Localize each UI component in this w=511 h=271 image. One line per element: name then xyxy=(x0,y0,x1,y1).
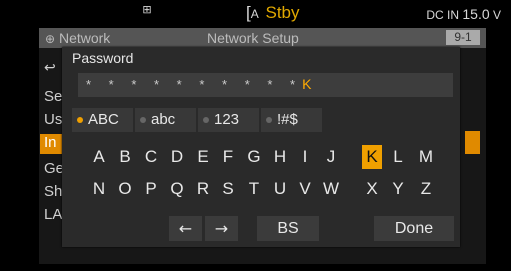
key-O[interactable]: O xyxy=(115,177,135,201)
back-icon[interactable]: ↩ xyxy=(44,60,64,80)
password-masked: * * * * * * * * * * xyxy=(86,77,303,92)
page-indicator: 9-1 xyxy=(446,30,480,45)
key-B[interactable]: B xyxy=(115,145,135,169)
globe-icon: ⊕ xyxy=(45,32,56,46)
power-unit: V xyxy=(492,8,501,22)
key-D[interactable]: D xyxy=(167,145,187,169)
menu-item[interactable]: Ge xyxy=(44,160,64,180)
menu-selection-marker xyxy=(465,131,480,154)
power-indicator: DC IN 15.0 V xyxy=(426,6,501,22)
key-row-1: A B C D E F G H I J K L M xyxy=(62,145,460,169)
status-bar: ⊞ [A Stby DC IN 15.0 V xyxy=(0,0,511,27)
password-last-char: K xyxy=(302,76,312,92)
key-row-2: N O P Q R S T U V W X Y Z xyxy=(62,177,460,201)
dialog-title: Password xyxy=(72,50,134,66)
key-M[interactable]: M xyxy=(416,145,436,169)
radio-indicator xyxy=(266,117,272,123)
key-P[interactable]: P xyxy=(141,177,161,201)
key-E[interactable]: E xyxy=(193,145,213,169)
key-T[interactable]: T xyxy=(244,177,264,201)
tab-lowercase[interactable]: abc xyxy=(135,108,196,132)
menu-item[interactable]: LA xyxy=(44,206,64,226)
network-icon: ⊞ xyxy=(142,3,152,16)
cursor-left-button[interactable]: ← xyxy=(169,216,202,241)
standby-icon: [A xyxy=(246,3,263,22)
key-J[interactable]: J xyxy=(321,145,341,169)
menu-title: ⊕ Network xyxy=(45,30,110,46)
standby-indicator: [A Stby xyxy=(246,3,300,23)
key-Z[interactable]: Z xyxy=(416,177,436,201)
tab-label: abc xyxy=(151,111,176,128)
key-R[interactable]: R xyxy=(193,177,213,201)
tab-label: 123 xyxy=(214,111,240,128)
password-field[interactable]: * * * * * * * * * *K xyxy=(78,73,453,97)
menu-item[interactable]: Us xyxy=(44,111,64,131)
key-W[interactable]: W xyxy=(321,177,341,201)
key-A[interactable]: A xyxy=(89,145,109,169)
tab-uppercase[interactable]: ABC xyxy=(72,108,133,132)
radio-indicator xyxy=(140,117,146,123)
standby-label: Stby xyxy=(265,3,300,22)
radio-indicator xyxy=(203,117,209,123)
key-N[interactable]: N xyxy=(89,177,109,201)
key-U[interactable]: U xyxy=(270,177,290,201)
key-G[interactable]: G xyxy=(244,145,264,169)
key-Y[interactable]: Y xyxy=(388,177,408,201)
menu-item[interactable]: Sh xyxy=(44,183,64,203)
power-prefix: DC IN xyxy=(426,8,460,22)
key-F[interactable]: F xyxy=(218,145,238,169)
tab-label: !#$ xyxy=(277,111,298,128)
key-C[interactable]: C xyxy=(141,145,161,169)
power-value: 15.0 xyxy=(462,6,490,22)
menu-title-text: Network xyxy=(58,30,111,46)
tab-symbols[interactable]: !#$ xyxy=(261,108,322,132)
standby-letter: A xyxy=(250,7,259,21)
radio-indicator xyxy=(77,117,83,123)
menu-subtitle: Network Setup xyxy=(207,30,299,46)
done-button[interactable]: Done xyxy=(374,216,454,241)
password-value: * * * * * * * * * *K xyxy=(86,76,311,92)
key-L[interactable]: L xyxy=(388,145,408,169)
tab-numbers[interactable]: 123 xyxy=(198,108,259,132)
tab-label: ABC xyxy=(88,111,119,128)
key-S[interactable]: S xyxy=(218,177,238,201)
menu-item[interactable]: Se xyxy=(44,88,64,108)
key-X[interactable]: X xyxy=(362,177,382,201)
key-I[interactable]: I xyxy=(295,145,315,169)
key-Q[interactable]: Q xyxy=(167,177,187,201)
key-V[interactable]: V xyxy=(295,177,315,201)
key-H[interactable]: H xyxy=(270,145,290,169)
password-dialog: Password * * * * * * * * * *K ABC abc 12… xyxy=(62,47,460,247)
cursor-right-button[interactable]: → xyxy=(205,216,238,241)
backspace-button[interactable]: BS xyxy=(257,216,319,241)
background-menu-header: ⊕ Network Network Setup 9-1 xyxy=(39,28,486,48)
key-K-selected[interactable]: K xyxy=(362,145,382,169)
